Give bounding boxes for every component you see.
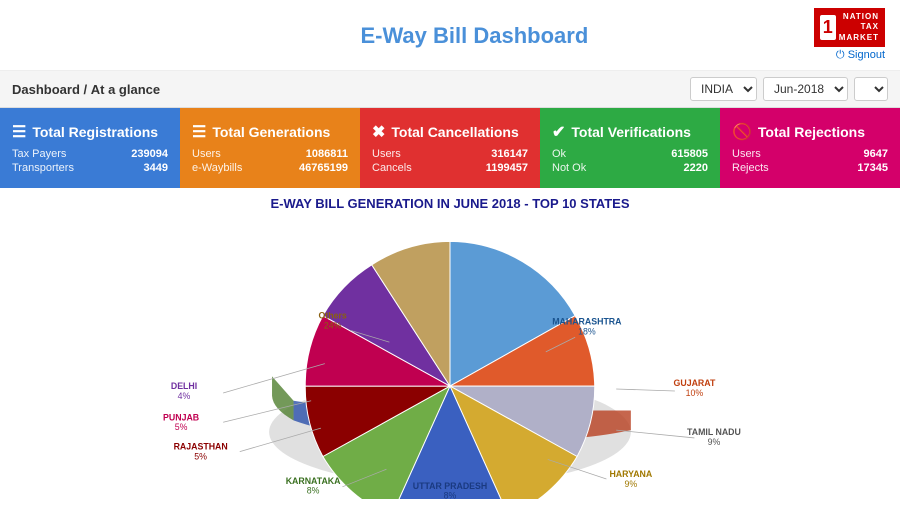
generations-card: ☰ Total Generations Users 1086811 e-Wayb… (180, 108, 360, 188)
label-rajasthan-pct: 5% (194, 452, 207, 462)
cancellations-header: ✖ Total Cancellations (372, 122, 528, 142)
ver-value-2: 2220 (684, 162, 708, 174)
pie-chart-svg: MAHARASHTRA 18% GUJARAT 10% TAMIL NADU 9… (10, 215, 890, 499)
label-tamilnadu: TAMIL NADU (687, 427, 741, 437)
logo-area: 1 NATION TAX MARKET Signout (814, 8, 885, 64)
cancellations-card: ✖ Total Cancellations Users 316147 Cance… (360, 108, 540, 188)
filter-bar: INDIA Jun-2018 (690, 77, 888, 101)
label-rajasthan: RAJASTHAN (174, 442, 228, 452)
breadcrumb-current: At a glance (91, 82, 160, 97)
registrations-rows: Tax Payers 239094 Transporters 3449 (12, 148, 168, 174)
generations-title: Total Generations (212, 124, 330, 140)
registrations-header: ☰ Total Registrations (12, 122, 168, 142)
pie-top-face (305, 242, 594, 499)
rej-label-2: Rejects (732, 162, 769, 174)
generations-icon: ☰ (192, 122, 206, 142)
gen-label-2: e-Waybills (192, 162, 242, 174)
label-punjab: PUNJAB (163, 412, 199, 422)
ver-label-1: Ok (552, 148, 566, 160)
chart-title: E-WAY BILL GENERATION IN JUNE 2018 - TOP… (10, 196, 890, 211)
cancellations-row-2: Cancels 1199457 (372, 162, 528, 174)
rejections-header: 🚫 Total Rejections (732, 122, 888, 142)
gen-value-1: 1086811 (306, 148, 348, 160)
rejections-icon: 🚫 (732, 122, 752, 142)
gen-value-2: 46765199 (299, 162, 348, 174)
ver-label-2: Not Ok (552, 162, 586, 174)
generations-rows: Users 1086811 e-Waybills 46765199 (192, 148, 348, 174)
label-up-pct: 8% (444, 491, 457, 499)
chart-container: MAHARASHTRA 18% GUJARAT 10% TAMIL NADU 9… (10, 215, 890, 505)
stats-row: ☰ Total Registrations Tax Payers 239094 … (0, 108, 900, 188)
can-label-1: Users (372, 148, 401, 160)
label-others-pct: 24% (324, 321, 342, 331)
country-filter[interactable]: INDIA (690, 77, 757, 101)
reg-value-2: 3449 (144, 162, 168, 174)
rejections-rows: Users 9647 Rejects 17345 (732, 148, 888, 174)
label-delhi: DELHI (171, 381, 197, 391)
page-title: E-Way Bill Dashboard (135, 23, 814, 49)
verifications-card: ✔ Total Verifications Ok 615805 Not Ok 2… (540, 108, 720, 188)
rejections-title: Total Rejections (758, 124, 865, 140)
cancellations-rows: Users 316147 Cancels 1199457 (372, 148, 528, 174)
label-tamilnadu-pct: 9% (708, 437, 721, 447)
label-gujarat-pct: 10% (686, 388, 704, 398)
cancellations-title: Total Cancellations (391, 124, 518, 140)
verifications-rows: Ok 615805 Not Ok 2220 (552, 148, 708, 174)
registrations-row-2: Transporters 3449 (12, 162, 168, 174)
page-header: E-Way Bill Dashboard 1 NATION TAX MARKET… (0, 0, 900, 71)
logo-line3: TAX (839, 22, 879, 32)
rej-label-1: Users (732, 148, 761, 160)
label-gujarat: GUJARAT (674, 378, 716, 388)
can-value-2: 1199457 (486, 162, 528, 174)
reg-value-1: 239094 (131, 148, 168, 160)
gen-label-1: Users (192, 148, 221, 160)
can-label-2: Cancels (372, 162, 412, 174)
label-punjab-pct: 5% (175, 422, 188, 432)
reg-label-2: Transporters (12, 162, 74, 174)
breadcrumb-base: Dashboard / (12, 82, 87, 97)
label-haryana: HARYANA (609, 469, 652, 479)
verifications-title: Total Verifications (571, 124, 691, 140)
generations-row-2: e-Waybills 46765199 (192, 162, 348, 174)
label-up: UTTAR PRADESH (413, 481, 487, 491)
logo-line4: MARKET (839, 33, 879, 43)
label-delhi-pct: 4% (178, 391, 191, 401)
label-karnataka-pct: 8% (307, 486, 320, 496)
verifications-row-2: Not Ok 2220 (552, 162, 708, 174)
cancellations-row-1: Users 316147 (372, 148, 528, 160)
reg-label-1: Tax Payers (12, 148, 66, 160)
label-karnataka: KARNATAKA (286, 476, 341, 486)
verifications-row-1: Ok 615805 (552, 148, 708, 160)
can-value-1: 316147 (491, 148, 528, 160)
label-maharashtra-pct: 18% (578, 326, 596, 336)
breadcrumb: Dashboard / At a glance (12, 82, 160, 97)
rejections-card: 🚫 Total Rejections Users 9647 Rejects 17… (720, 108, 900, 188)
registrations-title: Total Registrations (32, 124, 158, 140)
ver-value-1: 615805 (671, 148, 708, 160)
chart-section: E-WAY BILL GENERATION IN JUNE 2018 - TOP… (0, 188, 900, 505)
rejections-row-1: Users 9647 (732, 148, 888, 160)
registrations-row-1: Tax Payers 239094 (12, 148, 168, 160)
registrations-card: ☰ Total Registrations Tax Payers 239094 … (0, 108, 180, 188)
generations-row-1: Users 1086811 (192, 148, 348, 160)
verifications-icon: ✔ (552, 122, 565, 142)
logo-line2: NATION (839, 12, 879, 22)
generations-header: ☰ Total Generations (192, 122, 348, 142)
label-maharashtra: MAHARASHTRA (552, 317, 622, 327)
period-filter[interactable]: Jun-2018 (763, 77, 848, 101)
rej-value-2: 17345 (857, 162, 888, 174)
registrations-icon: ☰ (12, 122, 26, 142)
rej-value-1: 9647 (864, 148, 888, 160)
signout-button[interactable]: Signout (836, 47, 885, 64)
verifications-header: ✔ Total Verifications (552, 122, 708, 142)
cancellations-icon: ✖ (372, 122, 385, 142)
extra-filter[interactable] (854, 77, 888, 101)
navbar: Dashboard / At a glance INDIA Jun-2018 (0, 71, 900, 108)
label-others: Others (318, 311, 346, 321)
rejections-row-2: Rejects 17345 (732, 162, 888, 174)
label-haryana-pct: 9% (625, 479, 638, 489)
logo: 1 NATION TAX MARKET (814, 8, 885, 47)
